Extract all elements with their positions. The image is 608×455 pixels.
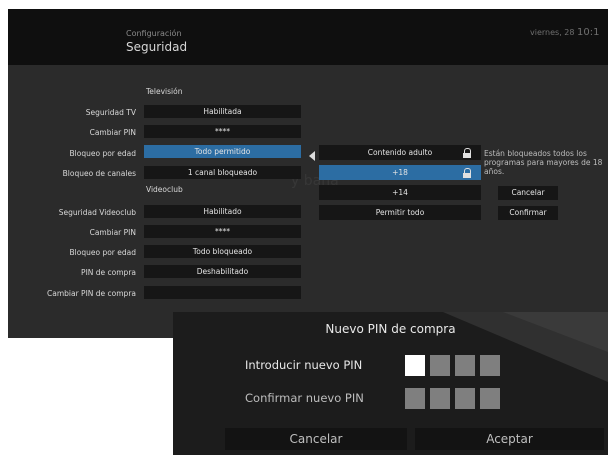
date-time: viernes, 28 10:1 (530, 27, 599, 38)
bloqueo-edad-tv-field[interactable]: Todo permitido (144, 145, 301, 158)
row-label-seguridad-videoclub: Seguridad Videoclub (58, 208, 136, 217)
age-option-label: Permitir todo (375, 208, 425, 217)
row-label-cambiar-pin-videoclub: Cambiar PIN (89, 228, 136, 237)
dialog-cancel-button[interactable]: Cancelar (225, 428, 407, 450)
pin-compra-field[interactable]: Deshabilitado (144, 265, 301, 278)
lock-icon (463, 148, 471, 158)
confirm-pin-label: Confirmar nuevo PIN (245, 391, 364, 405)
tv-settings-screen: Configuración Seguridad viernes, 28 10:1… (8, 9, 608, 338)
age-option-permitir-todo[interactable]: Permitir todo (319, 205, 481, 220)
age-option-label: +18 (392, 168, 408, 177)
bloqueo-edad-videoclub-field[interactable]: Todo bloqueado (144, 245, 301, 258)
lock-icon (463, 168, 471, 178)
new-pin-digit-2[interactable] (430, 355, 450, 376)
confirm-pin-digit-4[interactable] (480, 388, 500, 409)
seguridad-videoclub-field[interactable]: Habilitado (144, 205, 301, 218)
dialog-title: Nuevo PIN de compra (325, 322, 456, 336)
page-title: Seguridad (126, 40, 188, 54)
header-bar: Configuración Seguridad viernes, 28 10:1 (8, 9, 608, 65)
cancel-button[interactable]: Cancelar (498, 186, 558, 200)
cambiar-pin-tv-field[interactable]: **** (144, 125, 301, 138)
age-option-14[interactable]: +14 (319, 185, 481, 200)
age-info-text: Están bloqueados todos los programas par… (484, 149, 603, 176)
confirm-pin-digit-3[interactable] (455, 388, 475, 409)
confirm-button[interactable]: Confirmar (498, 206, 558, 220)
row-label-bloqueo-canales: Bloqueo de canales (62, 169, 136, 178)
age-option-label: Contenido adulto (367, 148, 433, 157)
breadcrumb: Configuración (126, 29, 182, 38)
age-option-18[interactable]: +18 (319, 165, 481, 180)
dialog-accept-button[interactable]: Aceptar (415, 428, 604, 450)
new-pin-label: Introducir nuevo PIN (245, 358, 363, 372)
row-label-seguridad-tv: Seguridad TV (85, 108, 136, 117)
age-option-contenido-adulto[interactable]: Contenido adulto (319, 145, 481, 160)
date-label: viernes, 28 (530, 28, 575, 37)
row-label-bloqueo-edad-tv: Bloqueo por edad (69, 149, 136, 158)
row-label-cambiar-pin-tv: Cambiar PIN (89, 128, 136, 137)
bloqueo-canales-field[interactable]: 1 canal bloqueado (144, 166, 301, 179)
new-pin-digit-3[interactable] (455, 355, 475, 376)
row-label-cambiar-pin-compra: Cambiar PIN de compra (47, 289, 136, 298)
confirm-pin-digit-1[interactable] (405, 388, 425, 409)
new-pin-digit-4[interactable] (480, 355, 500, 376)
row-label-pin-compra: PIN de compra (81, 268, 136, 277)
seguridad-tv-field[interactable]: Habilitada (144, 105, 301, 118)
age-option-label: +14 (392, 188, 408, 197)
section-videoclub: Videoclub (146, 185, 183, 194)
popup-pointer-icon (309, 151, 315, 161)
cambiar-pin-compra-field[interactable] (144, 286, 301, 299)
section-television: Televisión (146, 87, 183, 96)
cambiar-pin-videoclub-field[interactable]: **** (144, 225, 301, 238)
new-pin-digit-1[interactable] (405, 355, 425, 376)
row-label-bloqueo-edad-videoclub: Bloqueo por edad (69, 248, 136, 257)
time-label: 10:1 (577, 27, 600, 38)
new-pin-dialog: Nuevo PIN de compra Introducir nuevo PIN… (173, 312, 608, 455)
confirm-pin-digit-2[interactable] (430, 388, 450, 409)
